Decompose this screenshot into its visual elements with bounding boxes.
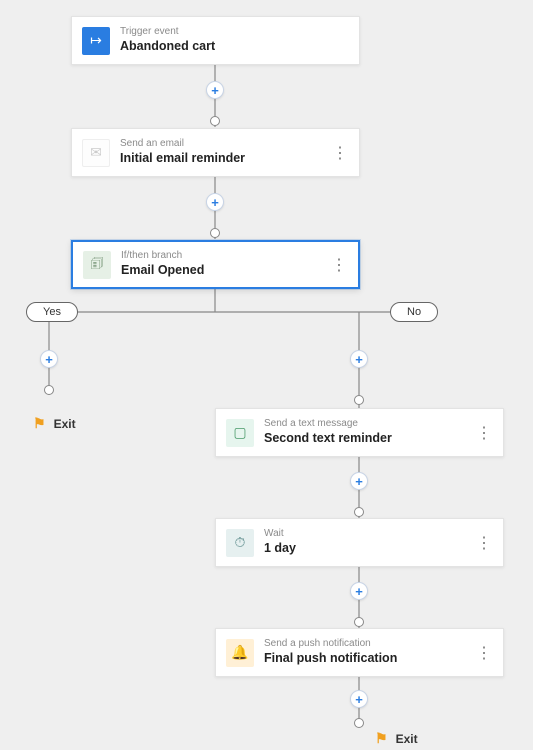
add-step-button[interactable]: + [206,193,224,211]
add-step-button[interactable]: + [350,690,368,708]
node-trigger-event[interactable]: ↦ Trigger event Abandoned cart [71,16,360,65]
node-title: Abandoned cart [120,39,215,55]
exit-node-yes: ⚑ Exit [33,415,76,432]
connector-circle [44,385,54,395]
more-menu-button[interactable]: ⋮ [332,143,349,163]
node-label: Trigger event [120,26,215,39]
exit-label: Exit [54,417,76,431]
branch-icon: 🗊 [83,251,111,279]
node-send-text-message[interactable]: ▢ Send a text message Second text remind… [215,408,504,457]
node-if-then-branch[interactable]: 🗊 If/then branch Email Opened ⋮ [71,240,360,289]
node-title: Second text reminder [264,431,392,447]
add-step-button[interactable]: + [350,582,368,600]
node-push-notification[interactable]: 🔔 Send a push notification Final push no… [215,628,504,677]
connector-circle [354,718,364,728]
node-label: Send an email [120,138,245,151]
node-send-email[interactable]: ✉ Send an email Initial email reminder ⋮ [71,128,360,177]
sms-icon: ▢ [226,419,254,447]
push-icon: 🔔 [226,639,254,667]
node-wait[interactable]: ⏱ Wait 1 day ⋮ [215,518,504,567]
node-label: If/then branch [121,250,204,263]
more-menu-button[interactable]: ⋮ [476,423,493,443]
exit-node-no: ⚑ Exit [375,730,418,747]
node-title: Initial email reminder [120,151,245,167]
node-title: Email Opened [121,263,204,279]
more-menu-button[interactable]: ⋮ [476,533,493,553]
flag-icon: ⚑ [33,415,46,432]
connector-circle [210,116,220,126]
email-icon: ✉ [82,139,110,167]
more-menu-button[interactable]: ⋮ [476,643,493,663]
trigger-icon: ↦ [82,27,110,55]
connector-circle [354,617,364,627]
add-step-button[interactable]: + [350,472,368,490]
branch-no-pill[interactable]: No [390,302,438,322]
add-step-button[interactable]: + [350,350,368,368]
exit-label: Exit [396,732,418,746]
flag-icon: ⚑ [375,730,388,747]
branch-yes-pill[interactable]: Yes [26,302,78,322]
add-step-button[interactable]: + [206,81,224,99]
node-title: Final push notification [264,651,397,667]
more-menu-button[interactable]: ⋮ [331,255,348,275]
node-label: Send a text message [264,418,392,431]
connector-circle [354,395,364,405]
node-label: Wait [264,528,296,541]
connector-circle [210,228,220,238]
wait-icon: ⏱ [226,529,254,557]
add-step-button[interactable]: + [40,350,58,368]
connector-circle [354,507,364,517]
node-label: Send a push notification [264,638,397,651]
node-title: 1 day [264,541,296,557]
